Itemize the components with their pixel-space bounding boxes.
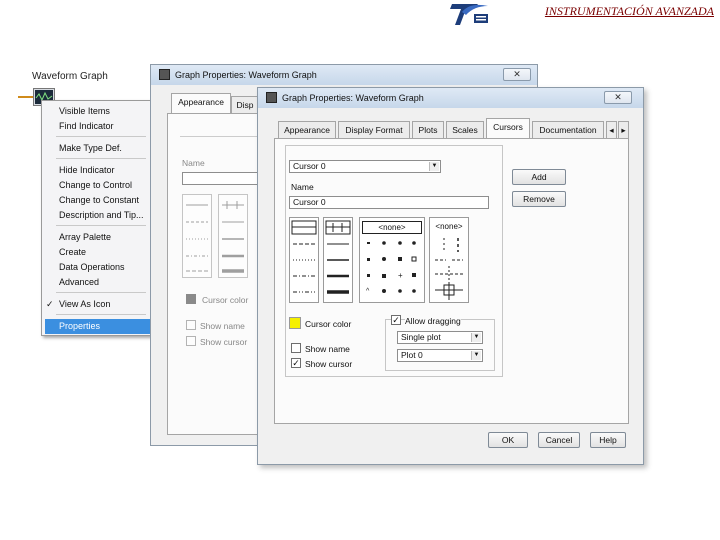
menu-item-properties[interactable]: Properties — [45, 319, 150, 334]
institution-logo-icon — [450, 4, 488, 25]
chevron-down-icon: ▼ — [471, 333, 481, 342]
menu-item-change-to-constant[interactable]: Change to Constant — [59, 195, 139, 205]
line-style-list[interactable] — [182, 194, 212, 278]
line-style-list[interactable] — [289, 217, 319, 303]
tab-documentation[interactable]: Documentation — [532, 121, 604, 138]
context-menu: Visible Items Find Indicator Make Type D… — [41, 100, 151, 336]
show-name-checkbox[interactable] — [186, 320, 196, 330]
menu-item-create[interactable]: Create — [59, 247, 86, 257]
point-style-list[interactable]: <none> + ^ — [359, 217, 425, 303]
tab-appearance[interactable]: Appearance — [171, 93, 231, 113]
line-width-list[interactable] — [218, 194, 248, 278]
ok-button[interactable]: OK — [488, 432, 528, 448]
labview-icon — [159, 69, 170, 80]
chevron-down-icon: ▼ — [429, 162, 439, 171]
show-cursor-checkbox[interactable]: ✓ — [291, 358, 301, 368]
menu-separator — [56, 158, 146, 159]
cursor-name-field[interactable]: Cursor 0 — [289, 196, 489, 209]
show-cursor-checkbox[interactable] — [186, 336, 196, 346]
svg-text:^: ^ — [366, 288, 370, 295]
menu-item-properties-label: Properties — [59, 321, 101, 331]
drag-mode-dropdown[interactable]: Single plot ▼ — [397, 331, 483, 344]
tab-scroll-right-icon[interactable]: ▸ — [618, 121, 629, 138]
labview-icon — [266, 92, 277, 103]
menu-item-data-operations[interactable]: Data Operations — [59, 262, 125, 272]
tab-display-format[interactable]: Display Format — [338, 121, 410, 138]
menu-separator — [56, 292, 146, 293]
cursors-tab-panel: Cursor 0 ▼ Name Cursor 0 <none> + ^ <non… — [274, 138, 629, 424]
plot-dropdown[interactable]: Plot 0 ▼ — [397, 349, 483, 362]
show-name-checkbox[interactable] — [291, 343, 301, 353]
add-cursor-button[interactable]: Add — [512, 169, 566, 185]
tab-scroll-left-icon[interactable]: ◂ — [606, 121, 617, 138]
allow-dragging-group — [385, 319, 495, 371]
cursor-select-dropdown[interactable]: Cursor 0 ▼ — [289, 160, 441, 173]
title-bar: Graph Properties: Waveform Graph ✕ — [258, 88, 643, 108]
cursor-style-list[interactable]: <none> — [429, 217, 469, 303]
menu-item-change-to-control[interactable]: Change to Control — [59, 180, 132, 190]
tab-appearance[interactable]: Appearance — [278, 121, 336, 138]
show-name-label: Show name — [200, 321, 245, 331]
wire — [18, 96, 33, 98]
properties-dialog: Graph Properties: Waveform Graph ✕ Appea… — [257, 87, 644, 465]
chevron-down-icon: ▼ — [471, 351, 481, 360]
drag-mode-value: Single plot — [401, 332, 441, 342]
help-button[interactable]: Help — [590, 432, 626, 448]
allow-dragging-label: Allow dragging — [405, 316, 461, 326]
menu-item-view-as-icon[interactable]: View As Icon — [59, 299, 110, 309]
show-cursor-label: Show cursor — [200, 337, 248, 347]
dialog-title: Graph Properties: Waveform Graph — [175, 70, 317, 80]
menu-separator — [56, 136, 146, 137]
tab-plots[interactable]: Plots — [412, 121, 444, 138]
tab-panel: Name Cursor color Show name Show cursor — [167, 113, 260, 435]
menu-item-array-palette[interactable]: Array Palette — [59, 232, 111, 242]
name-label: Name — [182, 158, 205, 168]
show-name-label: Show name — [305, 344, 350, 354]
cursor-color-swatch[interactable] — [186, 294, 196, 304]
cursor-color-label: Cursor color — [202, 295, 249, 305]
allow-dragging-checkbox[interactable]: ✓ — [391, 315, 401, 325]
cursor-color-swatch[interactable] — [289, 317, 301, 329]
cursor-color-label: Cursor color — [305, 319, 352, 329]
name-field[interactable] — [182, 172, 260, 185]
plot-value: Plot 0 — [401, 350, 423, 360]
waveform-graph-label: Waveform Graph — [32, 71, 108, 82]
checkmark-icon: ✓ — [46, 299, 54, 309]
menu-item-description-and-tip[interactable]: Description and Tip... — [59, 210, 144, 220]
tab-scales[interactable]: Scales — [446, 121, 484, 138]
svg-text:+: + — [398, 271, 403, 280]
dialog-title: Graph Properties: Waveform Graph — [282, 93, 424, 103]
tab-cursors[interactable]: Cursors — [486, 118, 530, 138]
close-button[interactable]: ✕ — [503, 68, 531, 81]
menu-separator — [56, 225, 146, 226]
checkmark-icon: ✓ — [392, 315, 400, 325]
menu-item-visible-items[interactable]: Visible Items — [59, 106, 110, 116]
cursor-select-value: Cursor 0 — [293, 161, 326, 171]
menu-separator — [56, 314, 146, 315]
tab-display-format[interactable]: Disp — [231, 96, 259, 113]
divider — [180, 136, 260, 137]
close-button[interactable]: ✕ — [604, 91, 632, 104]
line-width-list[interactable] — [323, 217, 353, 303]
name-label: Name — [291, 182, 314, 192]
title-bar: Graph Properties: Waveform Graph ✕ — [151, 65, 537, 85]
menu-item-find-indicator[interactable]: Find Indicator — [59, 121, 114, 131]
checkmark-icon: ✓ — [292, 358, 300, 368]
remove-cursor-button[interactable]: Remove — [512, 191, 566, 207]
page-header-title: INSTRUMENTACIÓN AVANZADA — [544, 4, 714, 18]
cancel-button[interactable]: Cancel — [538, 432, 580, 448]
menu-item-advanced[interactable]: Advanced — [59, 277, 99, 287]
menu-item-hide-indicator[interactable]: Hide Indicator — [59, 165, 115, 175]
menu-item-make-type-def[interactable]: Make Type Def. — [59, 143, 122, 153]
show-cursor-label: Show cursor — [305, 359, 353, 369]
